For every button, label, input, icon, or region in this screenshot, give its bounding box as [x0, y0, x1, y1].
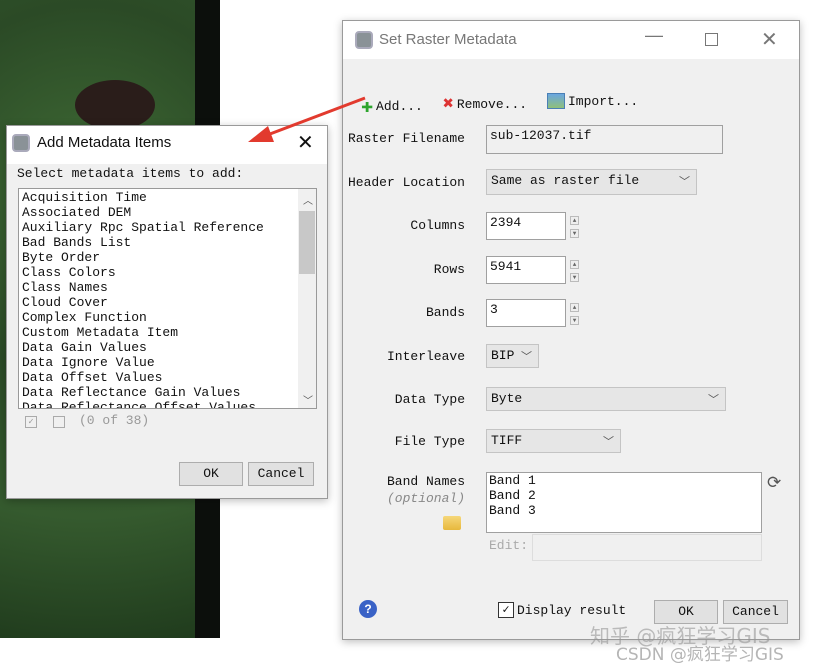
- metadata-items-list[interactable]: Acquisition Time Associated DEM Auxiliary …: [18, 188, 317, 409]
- display-result-label: Display result: [517, 603, 627, 618]
- metadata-list-item[interactable]: Data Offset Values: [22, 370, 313, 385]
- x-icon: ✖: [443, 95, 454, 115]
- metadata-list-item[interactable]: Data Gain Values: [22, 340, 313, 355]
- rows-down-arrow[interactable]: ▼: [570, 273, 579, 282]
- metadata-list-item[interactable]: Data Ignore Value: [22, 355, 313, 370]
- data-type-value: Byte: [491, 391, 523, 406]
- columns-label: Columns: [410, 218, 465, 233]
- refresh-icon[interactable]: ⟳: [767, 473, 781, 494]
- columns-down-arrow[interactable]: ▼: [570, 229, 579, 238]
- bands-field[interactable]: 3: [486, 299, 566, 327]
- title-bar: Set Raster Metadata — ✕: [343, 21, 799, 59]
- set-raster-metadata-dialog: Set Raster Metadata — ✕ ✚ Add... ✖ Remove.…: [342, 20, 800, 640]
- edit-field[interactable]: [532, 534, 762, 561]
- metadata-list-item[interactable]: Auxiliary Rpc Spatial Reference: [22, 220, 313, 235]
- dialog-title: Set Raster Metadata: [379, 31, 517, 48]
- band-name-item[interactable]: Band 3: [489, 503, 759, 518]
- remove-label: Remove...: [456, 96, 528, 112]
- scrollbar-thumb[interactable]: [299, 211, 315, 274]
- band-names-list[interactable]: Band 1 Band 2 Band 3: [486, 472, 762, 533]
- maximize-button[interactable]: [705, 33, 718, 46]
- help-icon[interactable]: ?: [359, 600, 377, 618]
- file-type-select[interactable]: TIFF ﹀: [486, 429, 621, 453]
- metadata-list-item[interactable]: Byte Order: [22, 250, 313, 265]
- close-button[interactable]: ✕: [761, 27, 778, 52]
- open-folder-icon[interactable]: [443, 516, 461, 530]
- rows-up-arrow[interactable]: ▲: [570, 260, 579, 269]
- metadata-list-item[interactable]: Cloud Cover: [22, 295, 313, 310]
- metadata-list-item[interactable]: Class Names: [22, 280, 313, 295]
- interleave-label: Interleave: [386, 349, 465, 364]
- image-import-icon: [547, 93, 565, 109]
- app-icon: [355, 31, 373, 49]
- bands-up-arrow[interactable]: ▲: [570, 303, 579, 312]
- chevron-down-icon: ﹀: [708, 395, 719, 407]
- data-type-select[interactable]: Byte ﹀: [486, 387, 726, 411]
- columns-field[interactable]: 2394: [486, 212, 566, 240]
- display-result-checkbox[interactable]: ✓: [498, 602, 514, 618]
- band-name-item[interactable]: Band 1: [489, 473, 759, 488]
- app-icon: [12, 134, 30, 152]
- file-type-label: File Type: [394, 434, 465, 449]
- dialog-title: Add Metadata Items: [37, 134, 172, 151]
- interleave-select[interactable]: BIP ﹀: [486, 344, 539, 368]
- minimize-button[interactable]: —: [645, 25, 663, 46]
- watermark-csdn: CSDN @疯狂学习GIS: [616, 645, 784, 665]
- metadata-list-item[interactable]: Custom Metadata Item: [22, 325, 313, 340]
- chevron-down-icon: ﹀: [521, 352, 532, 364]
- scroll-down-arrow[interactable]: ﹀: [303, 392, 313, 408]
- bands-label: Bands: [425, 305, 465, 320]
- header-location-label: Header Location: [347, 175, 465, 190]
- columns-up-arrow[interactable]: ▲: [570, 216, 579, 225]
- metadata-list-item[interactable]: Associated DEM: [22, 205, 313, 220]
- metadata-list-item[interactable]: Acquisition Time: [22, 190, 313, 205]
- file-type-value: TIFF: [491, 433, 523, 448]
- scrollbar[interactable]: ︿ ﹀: [298, 189, 316, 408]
- ok-button[interactable]: OK: [179, 462, 243, 486]
- select-all-icon[interactable]: ✓: [25, 416, 37, 428]
- metadata-list-item[interactable]: Complex Function: [22, 310, 313, 325]
- edit-label: Edit:: [489, 538, 529, 553]
- clear-selection-icon[interactable]: [53, 416, 65, 428]
- add-metadata-items-dialog: Add Metadata Items ✕ Select metadata ite…: [6, 125, 328, 499]
- chevron-down-icon: ﹀: [679, 177, 690, 189]
- red-arrow-annotation: [248, 96, 366, 142]
- import-button[interactable]: Import...: [547, 93, 638, 109]
- metadata-list-item[interactable]: Class Colors: [22, 265, 313, 280]
- scroll-up-arrow[interactable]: ︿: [303, 192, 313, 208]
- cancel-button[interactable]: Cancel: [248, 462, 314, 486]
- metadata-list-item[interactable]: Bad Bands List: [22, 235, 313, 250]
- metadata-list-item[interactable]: Data Reflectance Gain Values: [22, 385, 313, 400]
- data-type-label: Data Type: [394, 392, 465, 407]
- import-label: Import...: [568, 93, 639, 109]
- interleave-value: BIP: [491, 348, 515, 363]
- remove-button[interactable]: ✖ Remove...: [443, 93, 527, 115]
- band-name-item[interactable]: Band 2: [489, 488, 759, 503]
- prompt-label: Select metadata items to add:: [17, 166, 244, 181]
- rows-field[interactable]: 5941: [486, 256, 566, 284]
- metadata-list-item[interactable]: Data Reflectance Offset Values: [22, 400, 313, 408]
- header-location-select[interactable]: Same as raster file ﹀: [486, 169, 697, 195]
- header-location-value: Same as raster file: [491, 173, 640, 188]
- add-button[interactable]: ✚ Add...: [361, 93, 423, 119]
- bands-down-arrow[interactable]: ▼: [570, 316, 579, 325]
- lake-feature: [75, 80, 155, 130]
- band-names-optional: (optional): [386, 491, 465, 506]
- rows-label: Rows: [433, 262, 465, 277]
- raster-filename-field[interactable]: sub-12037.tif: [486, 125, 723, 154]
- band-names-label: Band Names: [386, 474, 465, 489]
- add-label: Add...: [376, 98, 423, 114]
- chevron-down-icon: ﹀: [603, 437, 614, 449]
- selection-count: (0 of 38): [79, 413, 150, 428]
